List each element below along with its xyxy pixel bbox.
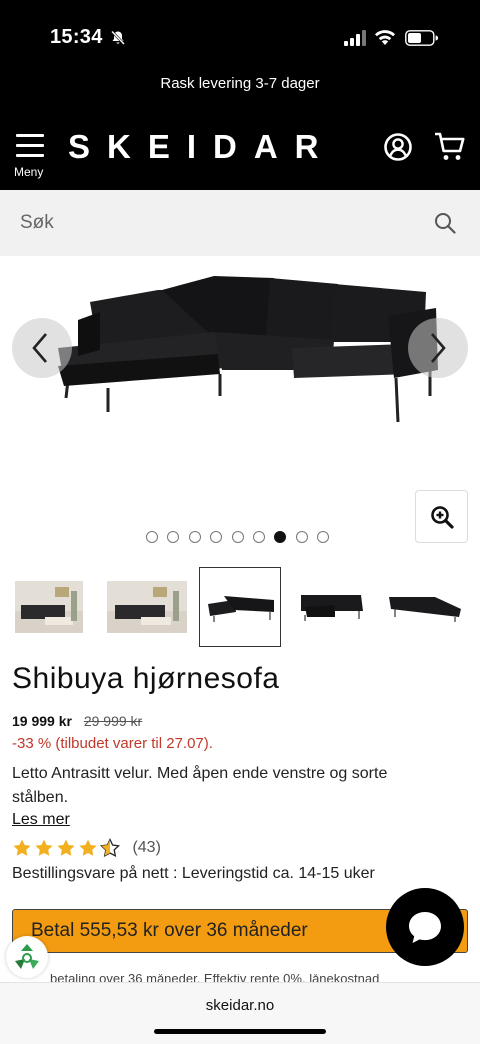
- carousel-dot[interactable]: [274, 531, 287, 543]
- carousel-dot[interactable]: [295, 531, 308, 543]
- promo-text: Rask levering 3-7 dager: [160, 75, 320, 92]
- search-input[interactable]: [0, 190, 420, 256]
- zoom-in-icon: [431, 506, 454, 529]
- chevron-left-icon: [32, 333, 47, 363]
- logo[interactable]: SKEIDAR: [68, 128, 336, 166]
- star-icon: [99, 837, 121, 858]
- thumbnail[interactable]: [8, 567, 90, 647]
- home-indicator[interactable]: [154, 1029, 326, 1034]
- discount-text: -33 % (tilbudet varer til 27.07).: [12, 735, 213, 752]
- chat-button[interactable]: [386, 888, 464, 966]
- carousel-dot[interactable]: [317, 531, 330, 543]
- star-icon: [57, 839, 75, 856]
- original-price: 29 999 kr: [83, 713, 143, 729]
- search-bar: [0, 190, 480, 256]
- price-row: 19 999 kr 29 999 kr: [12, 713, 142, 729]
- carousel-indicators: [146, 531, 339, 545]
- user-icon[interactable]: [383, 132, 413, 162]
- star-icon: [35, 839, 53, 856]
- previous-image-button[interactable]: [12, 318, 72, 378]
- product-title: Shibuya hjørnesofa: [12, 662, 280, 695]
- thumbnail[interactable]: [383, 567, 465, 647]
- product-description: Letto Antrasitt velur. Med åpen ende ven…: [12, 765, 388, 806]
- search-icon[interactable]: [434, 212, 456, 234]
- status-bar: 15:34: [0, 0, 480, 64]
- browser-url-bar: skeidar.no: [0, 982, 480, 1044]
- carousel-dot[interactable]: [252, 531, 265, 543]
- availability-text: Bestillingsvare på nett : Leveringstid c…: [12, 865, 375, 882]
- zoom-button[interactable]: [415, 490, 468, 543]
- thumbnail[interactable]: [291, 567, 373, 647]
- thumbnail[interactable]: [0, 567, 6, 647]
- read-more-link[interactable]: Les mer: [12, 811, 70, 829]
- chat-bubble-icon: [409, 912, 441, 943]
- hamburger-icon: [16, 134, 44, 157]
- menu-label: Meny: [14, 165, 44, 179]
- thumbnail[interactable]: [100, 567, 187, 647]
- carousel-dot[interactable]: [188, 531, 201, 543]
- carousel-dot[interactable]: [146, 531, 158, 543]
- chevron-right-icon: [431, 333, 446, 363]
- thumbnail-selected[interactable]: [199, 567, 281, 647]
- recycle-icon: [15, 944, 39, 969]
- star-icon: [79, 839, 97, 856]
- site-header: Meny SKEIDAR: [0, 110, 480, 190]
- carousel-dot[interactable]: [231, 531, 244, 543]
- star-icon: [13, 839, 31, 856]
- bell-slash-icon: [111, 30, 125, 45]
- status-time: 15:34: [50, 26, 103, 48]
- rating[interactable]: (43): [12, 837, 161, 860]
- rating-count: (43): [132, 839, 161, 856]
- wifi-icon: [375, 30, 395, 45]
- eco-badge[interactable]: [6, 936, 48, 978]
- carousel-dot[interactable]: [210, 531, 223, 543]
- product-image-gallery: [0, 256, 480, 556]
- cart-icon[interactable]: [434, 132, 466, 162]
- menu-button[interactable]: Meny: [12, 132, 52, 182]
- carousel-dot[interactable]: [167, 531, 180, 543]
- rating-stars: [12, 837, 122, 858]
- product-image[interactable]: [38, 270, 438, 430]
- promo-banner: Rask levering 3-7 dager: [0, 64, 480, 110]
- next-image-button[interactable]: [408, 318, 468, 378]
- battery-icon: [405, 30, 439, 46]
- thumbnail-strip: [0, 567, 480, 647]
- url-text[interactable]: skeidar.no: [0, 997, 480, 1014]
- current-price: 19 999 kr: [12, 713, 72, 729]
- signal-icon: [344, 30, 366, 46]
